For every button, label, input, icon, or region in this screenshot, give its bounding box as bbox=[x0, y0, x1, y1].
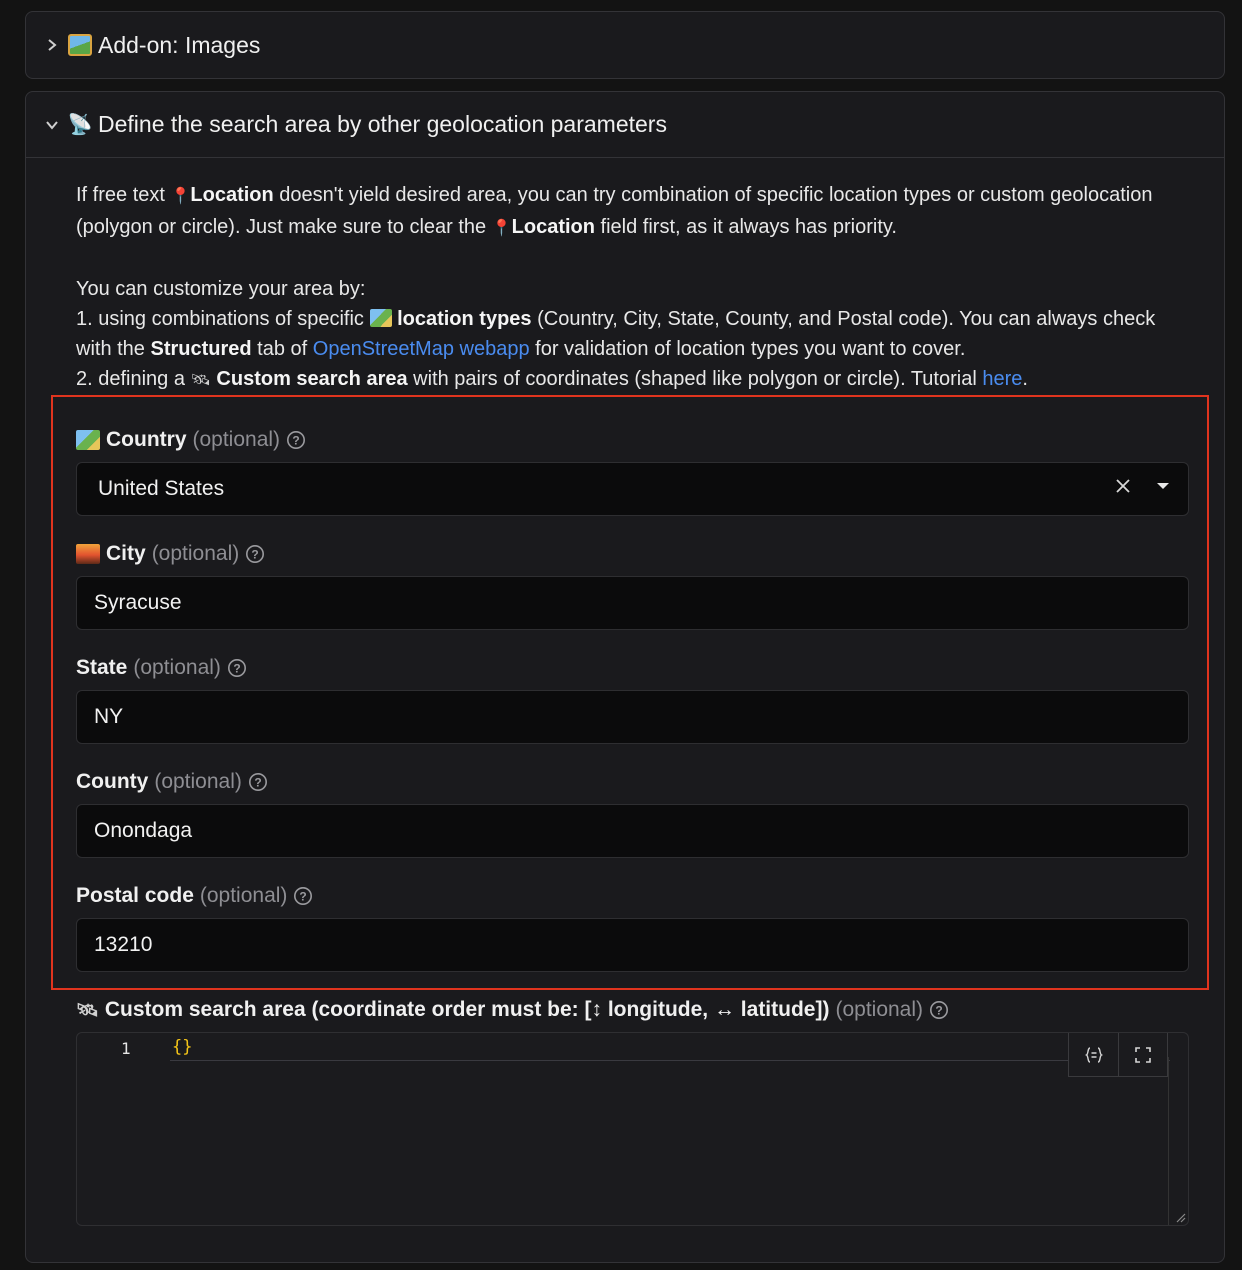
help-icon[interactable]: ? bbox=[245, 544, 265, 564]
images-section: Add-on: Images bbox=[25, 11, 1225, 79]
country-label: Country (optional) ? bbox=[76, 428, 306, 452]
format-json-button[interactable] bbox=[1069, 1033, 1118, 1076]
postal-code-label: Postal code (optional) ? bbox=[76, 884, 313, 908]
county-label: County (optional) ? bbox=[76, 770, 268, 794]
geo-description: If free text 📍Location doesn't yield des… bbox=[76, 180, 1196, 396]
framed-picture-icon bbox=[68, 34, 92, 56]
country-select[interactable]: United States bbox=[76, 462, 1189, 516]
dropdown-arrow-icon[interactable] bbox=[1154, 477, 1172, 501]
line-number: 1 bbox=[121, 1039, 131, 1058]
pin-icon: 📍 bbox=[491, 220, 512, 237]
help-icon[interactable]: ? bbox=[286, 430, 306, 450]
chevron-down-icon bbox=[42, 115, 62, 135]
images-section-header[interactable]: Add-on: Images bbox=[26, 12, 1224, 78]
svg-text:?: ? bbox=[292, 434, 299, 448]
state-label: State (optional) ? bbox=[76, 656, 247, 680]
fullscreen-button[interactable] bbox=[1118, 1033, 1167, 1076]
county-input[interactable]: Onondaga bbox=[76, 804, 1189, 858]
custom-area-code-editor[interactable]: 1 {} bbox=[76, 1032, 1189, 1226]
left-right-arrow-icon: ↔ bbox=[713, 998, 735, 1021]
world-map-icon bbox=[76, 430, 100, 450]
up-down-arrow-icon: ↕ bbox=[591, 998, 602, 1021]
help-icon[interactable]: ? bbox=[293, 886, 313, 906]
help-icon[interactable]: ? bbox=[227, 658, 247, 678]
geo-desc-paragraph-2: You can customize your area by: 1. using… bbox=[76, 278, 1156, 390]
cityscape-at-dusk-icon bbox=[76, 544, 100, 564]
resize-handle-icon[interactable] bbox=[1174, 1211, 1186, 1223]
postal-code-input[interactable]: 13210 bbox=[76, 918, 1189, 972]
svg-text:?: ? bbox=[935, 1004, 942, 1018]
geo-section-title: Define the search area by other geolocat… bbox=[98, 111, 667, 137]
state-input[interactable]: NY bbox=[76, 690, 1189, 744]
svg-text:?: ? bbox=[300, 890, 307, 904]
code-content[interactable]: {} bbox=[172, 1037, 192, 1057]
tutorial-link[interactable]: here bbox=[982, 368, 1022, 390]
pin-icon: 📍 bbox=[170, 188, 191, 205]
chevron-right-icon bbox=[42, 35, 62, 55]
satellite-antenna-icon: 📡 bbox=[67, 114, 93, 136]
help-icon[interactable]: ? bbox=[248, 772, 268, 792]
svg-text:?: ? bbox=[252, 548, 259, 562]
openstreetmap-link[interactable]: OpenStreetMap webapp bbox=[313, 338, 530, 360]
clear-icon[interactable] bbox=[1114, 477, 1132, 501]
editor-scrollbar[interactable] bbox=[1168, 1057, 1188, 1225]
country-selected-value: United States bbox=[98, 477, 225, 500]
geo-section-header[interactable]: 📡 Define the search area by other geoloc… bbox=[26, 92, 1224, 158]
city-label: City (optional) ? bbox=[76, 542, 265, 566]
help-icon[interactable]: ? bbox=[929, 1000, 949, 1020]
active-line bbox=[170, 1037, 1170, 1061]
svg-text:?: ? bbox=[233, 662, 240, 676]
braces-equals-icon bbox=[1084, 1046, 1103, 1063]
fullscreen-icon bbox=[1135, 1046, 1151, 1063]
geo-desc-paragraph-1: If free text 📍Location doesn't yield des… bbox=[76, 184, 1153, 238]
custom-area-label: 🛰 Custom search area (coordinate order m… bbox=[76, 998, 949, 1022]
svg-text:?: ? bbox=[254, 776, 261, 790]
world-map-icon bbox=[369, 309, 392, 327]
satellite-icon: 🛰 bbox=[190, 372, 211, 389]
satellite-icon: 🛰 bbox=[76, 999, 99, 1020]
city-input[interactable]: Syracuse bbox=[76, 576, 1189, 630]
editor-toolbar bbox=[1068, 1033, 1168, 1077]
images-section-title: Add-on: Images bbox=[98, 31, 261, 58]
